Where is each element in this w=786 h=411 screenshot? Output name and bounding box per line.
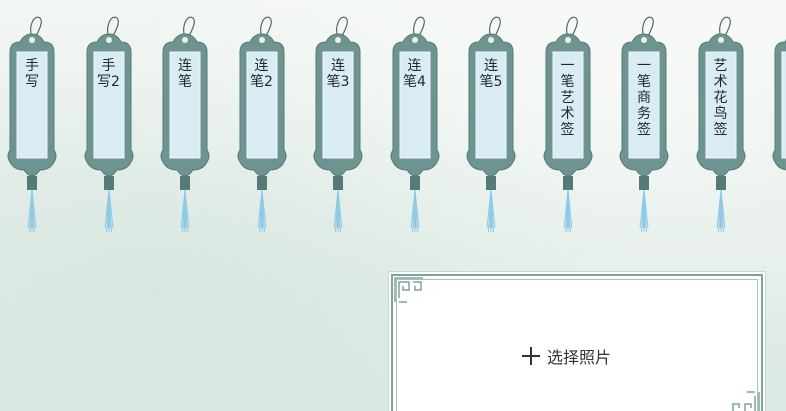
style-tag-label: 连笔: [178, 58, 192, 90]
style-tag-label: 连笔3: [326, 58, 350, 90]
select-photo-button[interactable]: 选择照片: [521, 344, 611, 368]
style-tag[interactable]: 一笔商务签: [618, 14, 670, 236]
style-tag[interactable]: 连笔4: [389, 14, 441, 236]
style-tag[interactable]: 手写2: [83, 14, 135, 236]
tassel-icon: [562, 176, 573, 190]
tassel-icon: [715, 176, 726, 190]
photo-picker-card[interactable]: 选择照片: [389, 272, 765, 411]
style-tag[interactable]: 连笔: [159, 14, 211, 236]
style-tag[interactable]: 连笔3: [312, 14, 364, 236]
style-tag-label: 手写: [25, 58, 39, 90]
style-tag[interactable]: 艺术花鸟签: [695, 14, 747, 236]
style-tag[interactable]: 一笔艺术签: [542, 14, 594, 236]
tassel-icon: [27, 176, 37, 190]
tassel-icon: [409, 176, 420, 190]
tassel-icon: [103, 176, 114, 190]
style-tag-label: 一笔艺术签: [560, 58, 575, 138]
style-tag-label: 连笔4: [403, 58, 426, 90]
tassel-icon: [256, 176, 267, 190]
style-tag-label: 手写2: [97, 58, 120, 90]
style-tag[interactable]: 连笔2: [236, 14, 288, 236]
fret-corner-icon: [731, 391, 760, 411]
tassel-icon: [639, 176, 649, 190]
tassel-icon: [333, 176, 343, 190]
plus-icon: [521, 346, 541, 366]
tassel-icon: [180, 176, 190, 190]
style-tag-label: 连笔2: [250, 58, 273, 90]
tassel-icon: [486, 176, 496, 190]
style-tag-label: 一笔商务签: [637, 58, 651, 138]
style-tag-label: 艺术花鸟签: [713, 58, 728, 138]
style-tag-label: 连笔5: [479, 58, 503, 90]
style-tag[interactable]: 连笔5: [465, 14, 517, 236]
signature-style-list: 手写 手写2 连笔 连笔2 连笔3 连笔4 连笔5 一笔艺术签 一笔商务签 艺术花鸟签: [0, 0, 786, 240]
fret-corner-icon: [394, 277, 423, 303]
tag-shape: [772, 39, 786, 171]
style-tag[interactable]: [771, 14, 786, 236]
style-tag[interactable]: 手写: [6, 14, 58, 236]
select-photo-label: 选择照片: [547, 348, 612, 367]
